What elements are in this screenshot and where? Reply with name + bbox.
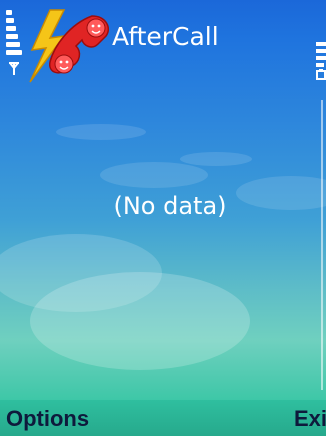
decorative-ellipse bbox=[30, 272, 250, 370]
phone-lightning-logo bbox=[29, 9, 110, 83]
exit-softkey[interactable]: Exit bbox=[294, 406, 326, 432]
app-screen: AfterCall (No data) Options Exit bbox=[0, 0, 326, 436]
title-bar: AfterCall bbox=[0, 0, 326, 83]
decorative-ellipse bbox=[56, 124, 146, 140]
scrollbar-track bbox=[321, 100, 323, 390]
app-title: AfterCall bbox=[112, 22, 219, 51]
decorative-ellipse bbox=[180, 152, 252, 166]
decorative-ellipse bbox=[100, 162, 208, 188]
empty-state-message: (No data) bbox=[113, 192, 227, 220]
battery-icon bbox=[314, 42, 326, 80]
scrollbar[interactable] bbox=[318, 100, 326, 390]
softkey-bar: Options Exit bbox=[0, 400, 326, 436]
options-softkey[interactable]: Options bbox=[6, 406, 89, 432]
signal-strength-icon bbox=[6, 10, 22, 80]
